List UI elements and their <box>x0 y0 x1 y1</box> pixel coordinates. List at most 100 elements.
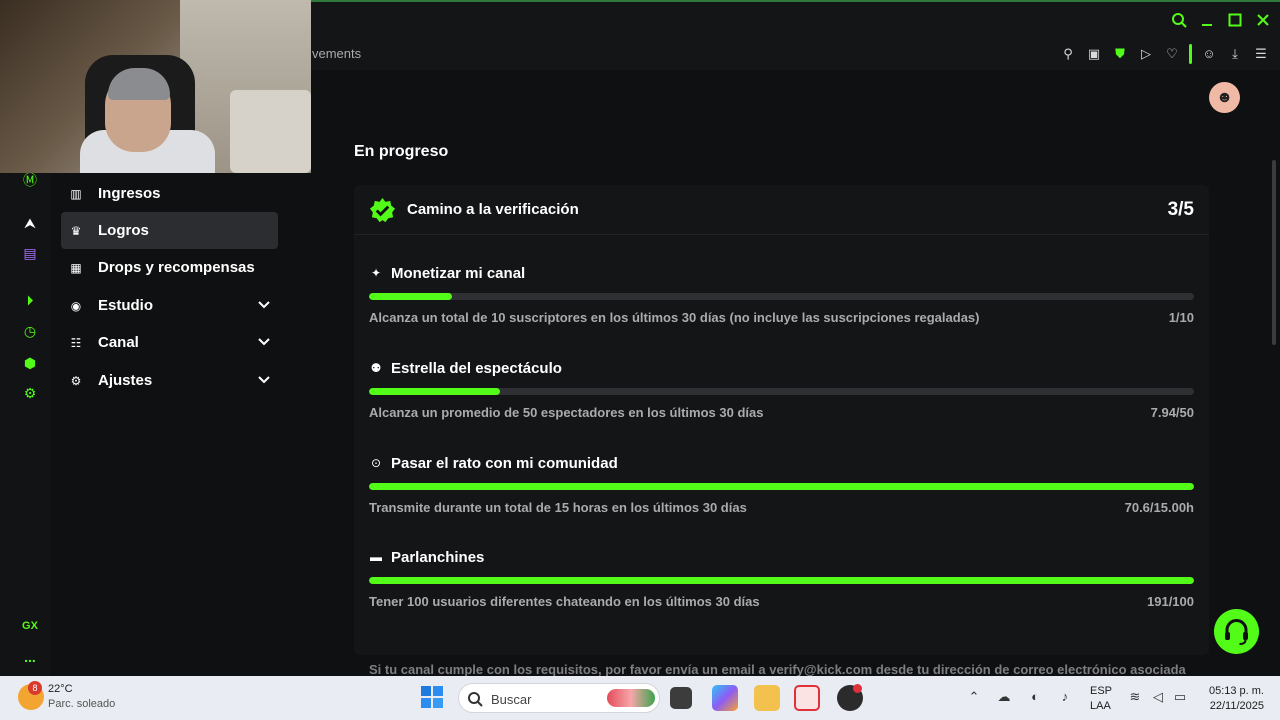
sidebar-item-label: Canal <box>98 334 139 351</box>
goal-title: Monetizar mi canal <box>391 265 526 282</box>
sidebar-item-ajustes[interactable]: ⚙ Ajustes <box>61 362 278 399</box>
more-icon[interactable]: ... <box>20 647 40 667</box>
toolbar-separator <box>1189 44 1192 64</box>
window-controls <box>1170 12 1272 30</box>
chevron-down-icon[interactable] <box>256 297 272 313</box>
page-title: En progreso <box>354 143 449 160</box>
keyboard-layout[interactable]: LAA <box>1090 700 1111 712</box>
minimize-icon[interactable] <box>1198 12 1216 30</box>
webcam-bed <box>230 90 311 173</box>
wifi-icon[interactable]: ≋ <box>1127 689 1143 705</box>
goal-title: Parlanchines <box>391 549 485 566</box>
studio-icon: ◉ <box>70 298 82 313</box>
account-icon[interactable]: ☺ <box>1200 45 1218 63</box>
windows-start-icon[interactable] <box>421 686 443 708</box>
broadcast-icon: ⊙ <box>370 456 382 470</box>
history-icon[interactable]: ◷ <box>20 321 40 341</box>
weather-condition[interactable]: Parc. soleado <box>48 698 115 710</box>
recording-indicator <box>853 684 862 693</box>
chat-icon: ▬ <box>370 550 382 564</box>
card-title: Camino a la verificación <box>407 201 579 218</box>
goal-description: Alcanza un total de 10 suscriptores en l… <box>369 310 980 325</box>
file-explorer-icon[interactable] <box>754 685 780 711</box>
chevron-down-icon[interactable] <box>256 334 272 350</box>
verified-badge-icon <box>369 197 396 223</box>
goal-description: Tener 100 usuarios diferentes chateando … <box>369 594 760 609</box>
creator-sidebar: ▥ Ingresos ♛ Logros ▦ Drops y recompensa… <box>50 173 311 676</box>
download-icon[interactable]: ⤓ <box>1226 45 1244 63</box>
settings-icon[interactable]: ⚙ <box>20 383 40 403</box>
card-count: 3/5 <box>1167 199 1194 220</box>
sidebar-item-label: Estudio <box>98 297 153 314</box>
clock-time[interactable]: 05:13 p. m. <box>1204 685 1264 697</box>
main-content: ☻ En progreso Camino a la verificación 3… <box>311 70 1269 676</box>
sidebar-item-ingresos[interactable]: ▥ Ingresos <box>61 175 278 212</box>
maximize-icon[interactable] <box>1226 12 1244 30</box>
progress-fill <box>369 577 1194 584</box>
chevron-up-icon[interactable]: ⌃ <box>966 689 982 705</box>
headset-icon <box>1225 619 1248 645</box>
close-icon[interactable] <box>1254 12 1272 30</box>
gx-label: GX <box>22 620 38 632</box>
language-indicator[interactable]: ESP <box>1090 685 1112 697</box>
search-highlight-image <box>607 689 655 707</box>
twitch-icon[interactable]: ▤ <box>20 243 40 263</box>
sidebar-item-label: Ingresos <box>98 185 161 202</box>
microphone-icon[interactable]: ♪ <box>1057 689 1073 705</box>
progress-fill <box>369 388 501 395</box>
battery-icon[interactable]: ▭ <box>1172 689 1188 705</box>
taskbar: 8 22°C Parc. soleado Buscar ⌃ ☁ ◐ ♪ ESP … <box>0 676 1280 720</box>
sidebar-item-estudio[interactable]: ◉ Estudio <box>61 287 278 324</box>
weather-temperature[interactable]: 22°C <box>48 683 73 695</box>
avatar[interactable]: ☻ <box>1209 82 1240 113</box>
goal-title: Estrella del espectáculo <box>391 360 562 377</box>
goal-value: 191/100 <box>1147 594 1194 609</box>
progress-track <box>369 577 1194 584</box>
taskbar-search[interactable]: Buscar <box>458 683 660 713</box>
channel-icon: ☷ <box>70 335 82 350</box>
extensions-icon[interactable]: ⬢ <box>20 353 40 373</box>
gear-icon: ⚙ <box>70 373 82 388</box>
goal-value: 70.6/15.00h <box>1124 500 1194 515</box>
breadcrumb[interactable]: vements <box>312 46 361 61</box>
progress-track <box>369 483 1194 490</box>
viewers-icon: ⚉ <box>370 361 382 375</box>
sidebar-item-label: Drops y recompensas <box>98 259 255 276</box>
shield-icon[interactable]: ⛊ <box>1111 45 1129 63</box>
copilot-icon[interactable] <box>712 685 738 711</box>
clock-date[interactable]: 22/11/2025 <box>1204 700 1264 712</box>
player-icon[interactable]: ⏵ <box>20 290 40 310</box>
defender-icon[interactable]: ◐ <box>1027 689 1043 705</box>
support-button[interactable] <box>1214 609 1259 654</box>
search-placeholder: Buscar <box>491 692 532 707</box>
menu-icon[interactable]: ☰ <box>1252 45 1270 63</box>
play-icon[interactable]: ▷ <box>1137 45 1155 63</box>
snapshot-icon[interactable]: ▣ <box>1085 45 1103 63</box>
volume-icon[interactable]: ◁ <box>1150 689 1166 705</box>
trophy-icon: ♛ <box>70 223 82 238</box>
progress-track <box>369 293 1194 300</box>
search-icon[interactable] <box>1170 12 1188 30</box>
goal-description: Transmite durante un total de 15 horas e… <box>369 500 747 515</box>
verification-footnote: Si tu canal cumple con los requisitos, p… <box>369 662 1186 676</box>
goal-value: 7.94/50 <box>1150 405 1194 420</box>
goal-value: 1/10 <box>1168 310 1194 325</box>
arrow-icon[interactable]: ⮝ <box>20 213 40 233</box>
goal-title: Pasar el rato con mi comunidad <box>391 455 618 472</box>
goal-description: Alcanza un promedio de 50 espectadores e… <box>369 405 764 420</box>
pin-icon[interactable]: ⚲ <box>1059 45 1077 63</box>
task-view-icon[interactable] <box>670 687 692 709</box>
progress-fill <box>369 293 452 300</box>
sidebar-item-canal[interactable]: ☷ Canal <box>61 324 278 361</box>
onedrive-icon[interactable]: ☁ <box>996 689 1012 705</box>
sidebar-item-logros[interactable]: ♛ Logros <box>61 212 278 249</box>
sidebar-item-drops[interactable]: ▦ Drops y recompensas <box>61 249 278 286</box>
scrollbar[interactable] <box>1272 160 1276 345</box>
kick-icon[interactable]: Ⓜ <box>20 170 40 190</box>
sidebar-item-label: Logros <box>98 222 149 239</box>
opera-gx-icon[interactable] <box>794 685 820 711</box>
webcam-overlay <box>0 0 311 173</box>
heart-icon[interactable]: ♡ <box>1163 45 1181 63</box>
chevron-down-icon[interactable] <box>256 372 272 388</box>
card-header[interactable]: Camino a la verificación 3/5 <box>354 185 1209 235</box>
